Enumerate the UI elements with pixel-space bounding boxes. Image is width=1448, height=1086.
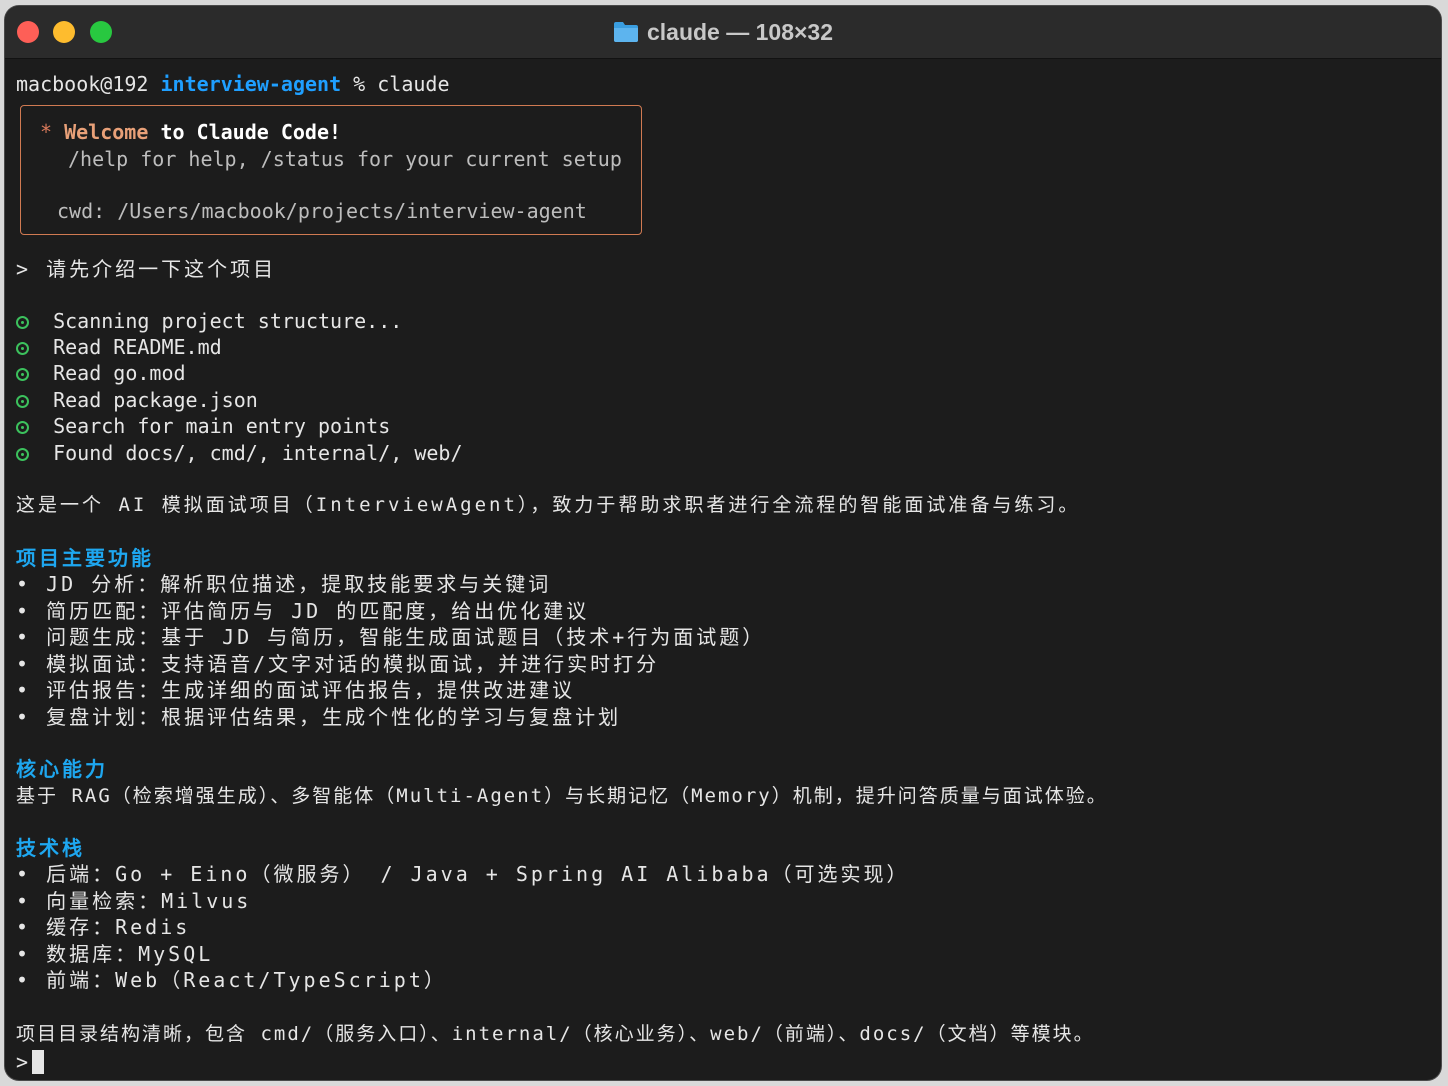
list-item: • 模拟面试：支持语音/文字对话的模拟面试，并进行实时打分	[16, 652, 660, 676]
user-prompt: > 请先介绍一下这个项目	[16, 257, 277, 281]
stack-heading: 技术栈	[16, 836, 85, 860]
list-item: • 简历匹配：评估简历与 JD 的匹配度，给出优化建议	[16, 599, 590, 623]
window-title-group: claude — 108×32	[5, 6, 1441, 58]
star-icon: *	[40, 120, 53, 144]
terminal-window: claude — 108×32 macbook@192 interview-ag…	[5, 6, 1441, 1080]
list-item: • 问题生成：基于 JD 与简历，智能生成面试题目（技术+行为面试题）	[16, 625, 766, 649]
shell-prompt-line: macbook@192 interview-agent % claude	[16, 71, 450, 97]
step-text: Search for main entry points	[53, 414, 391, 438]
step-row: Read README.md	[16, 334, 222, 360]
check-circle-icon	[16, 316, 29, 329]
step-text: Scanning project structure...	[53, 309, 403, 333]
summary-text: 项目目录结构清晰，包含 cmd/（服务入口）、internal/（核心业务）、w…	[16, 1023, 1095, 1045]
folder-icon	[613, 21, 639, 43]
terminal-content[interactable]: macbook@192 interview-agent % claude * W…	[5, 58, 1441, 1080]
step-text: Read package.json	[53, 388, 258, 412]
step-text: Found docs/, cmd/, internal/, web/	[53, 441, 463, 465]
list-item: • 向量检索：Milvus	[16, 889, 252, 913]
list-item: • 数据库：MySQL	[16, 942, 214, 966]
shell-host: macbook@192	[16, 72, 149, 96]
list-item: • 缓存：Redis	[16, 915, 191, 939]
list-item: • 复盘计划：根据评估结果，生成个性化的学习与复盘计划	[16, 705, 622, 729]
input-line[interactable]: >	[16, 1049, 45, 1075]
features-heading: 项目主要功能	[16, 546, 154, 570]
step-row: Found docs/, cmd/, internal/, web/	[16, 440, 463, 466]
welcome-rest: to Claude Code!	[160, 120, 342, 144]
title-bar[interactable]: claude — 108×32	[5, 6, 1441, 59]
welcome-word: Welcome	[64, 120, 149, 144]
text-cursor[interactable]	[32, 1050, 45, 1074]
list-item: • 评估报告：生成详细的面试评估报告，提供改进建议	[16, 678, 576, 702]
welcome-help-line: /help for help, /status for your current…	[68, 147, 622, 171]
welcome-title: * Welcome to Claude Code!	[40, 119, 341, 145]
step-row: Read package.json	[16, 387, 258, 413]
list-item: • 后端：Go + Eino（微服务） / Java + Spring AI A…	[16, 862, 910, 886]
shell-command: % claude	[353, 72, 450, 96]
check-circle-icon	[16, 421, 29, 434]
window-title: claude — 108×32	[646, 18, 834, 45]
welcome-box: * Welcome to Claude Code! /help for help…	[20, 105, 642, 235]
input-prompt: >	[16, 1050, 29, 1074]
step-text: Read go.mod	[53, 361, 186, 385]
check-circle-icon	[16, 368, 29, 381]
list-item: • 前端：Web（React/TypeScript）	[16, 968, 447, 992]
check-circle-icon	[16, 342, 29, 355]
shell-directory: interview-agent	[160, 72, 342, 96]
step-row: Read go.mod	[16, 360, 186, 386]
core-heading: 核心能力	[16, 757, 108, 781]
check-circle-icon	[16, 448, 29, 461]
check-circle-icon	[16, 395, 29, 408]
welcome-cwd-line: cwd: /Users/macbook/projects/interview-a…	[57, 199, 587, 223]
step-row: Search for main entry points	[16, 413, 390, 439]
step-text: Read README.md	[53, 335, 222, 359]
intro-text: 这是一个 AI 模拟面试项目（InterviewAgent），致力于帮助求职者进…	[16, 494, 1081, 516]
core-text: 基于 RAG（检索增强生成）、多智能体（Multi-Agent）与长期记忆（Me…	[16, 785, 1108, 807]
list-item: • JD 分析：解析职位描述，提取技能要求与关键词	[16, 572, 552, 596]
step-row: Scanning project structure...	[16, 308, 402, 334]
